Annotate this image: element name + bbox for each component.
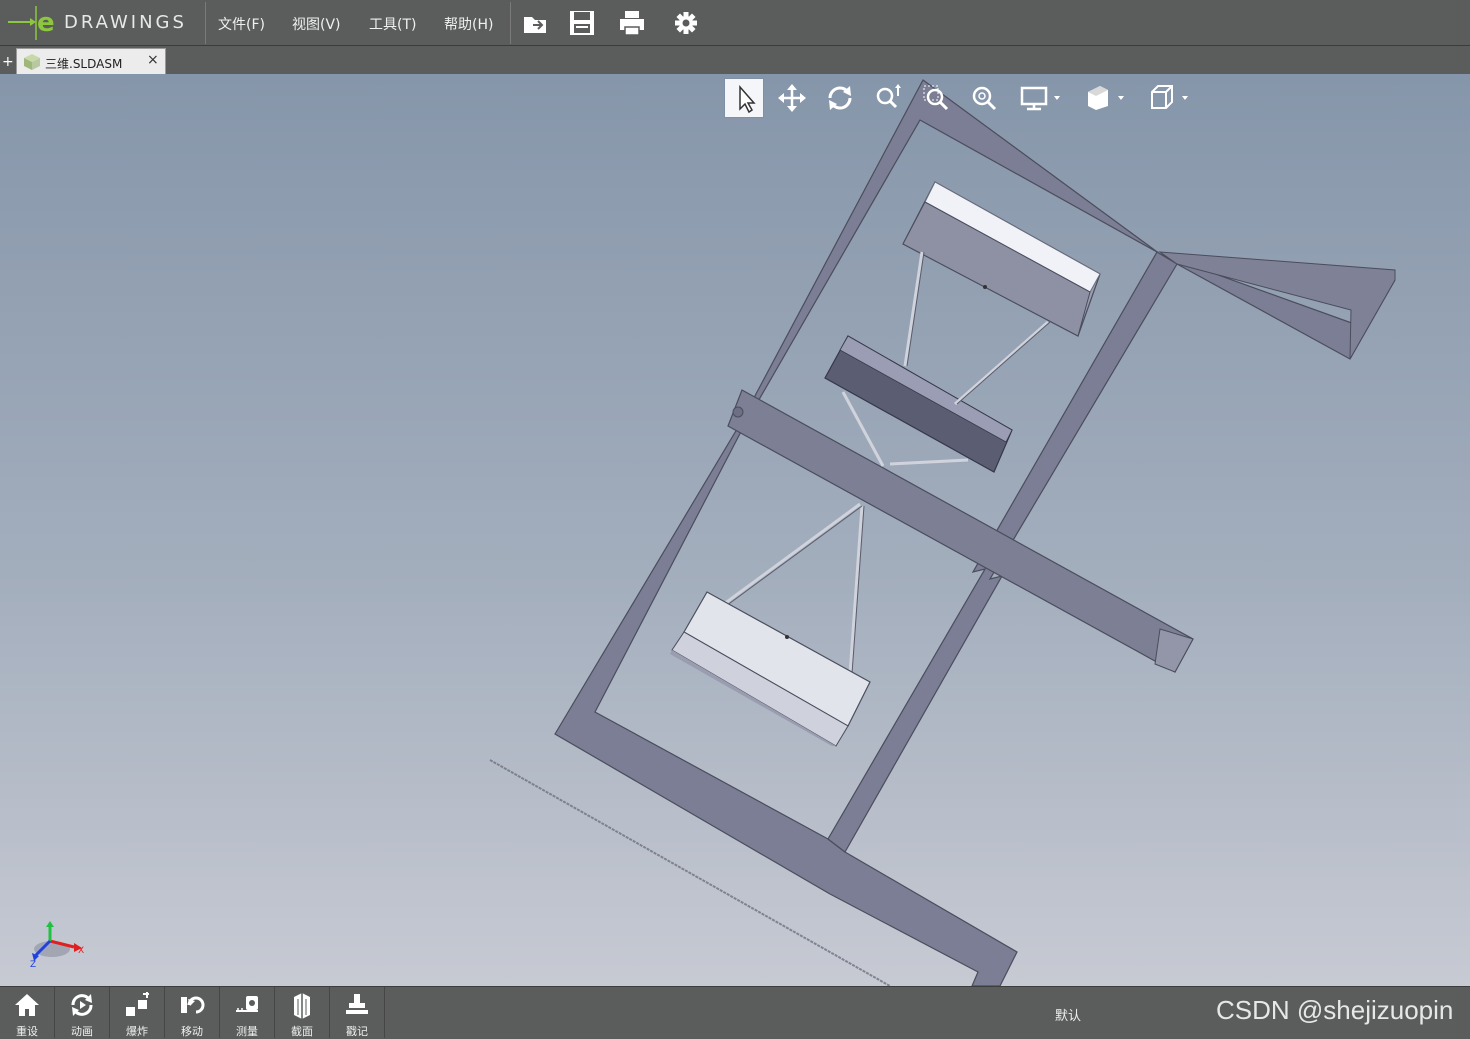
measure-button[interactable]: 测量: [220, 987, 275, 1038]
select-icon: [739, 85, 756, 114]
explode-icon: [126, 992, 149, 1016]
stamp-icon: [346, 994, 368, 1014]
menu-separator: [510, 2, 511, 44]
brand-name: DRAWINGS: [64, 12, 187, 33]
display-style-button[interactable]: [1014, 78, 1070, 118]
standard-views-icon: [1151, 85, 1188, 109]
new-tab-button[interactable]: +: [2, 54, 14, 70]
select-button[interactable]: [724, 78, 764, 118]
assembly-icon: [24, 54, 40, 70]
support-struts-outline: [725, 251, 1051, 675]
x-axis-label: X: [78, 946, 84, 956]
save-icon: [570, 11, 594, 35]
section-icon: [294, 993, 310, 1019]
menu-separator: [205, 2, 206, 44]
bottom-roller: [670, 591, 871, 747]
rotate-icon: [828, 86, 852, 110]
animate-button[interactable]: 动画: [55, 987, 110, 1038]
watermark: CSDN @shejizuopin: [1216, 995, 1454, 1025]
settings-icon: [675, 12, 697, 34]
assembly-model: [489, 79, 1396, 986]
home-icon: [15, 994, 39, 1016]
status-bar: 重设 动画 爆炸 移动 测量 截面 戳记 默认 CSDN @shejizuopi…: [0, 986, 1470, 1038]
zoom-to-area-button[interactable]: [916, 78, 956, 118]
open-icon: [524, 17, 546, 33]
pan-button[interactable]: [772, 78, 812, 118]
save-button[interactable]: [567, 8, 597, 38]
print-icon: [620, 11, 644, 36]
document-tab-bar: + 三维.SLDASM ×: [0, 46, 1470, 75]
shading-button[interactable]: [1078, 78, 1134, 118]
zoom-to-area-icon: [923, 85, 949, 111]
view-toolbar: [724, 78, 1204, 118]
zoom-to-fit-button[interactable]: [868, 78, 908, 118]
3d-viewport[interactable]: X Z: [0, 74, 1470, 986]
measure-icon: [236, 996, 258, 1012]
document-tab[interactable]: 三维.SLDASM ×: [16, 48, 166, 75]
configuration-label: 默认: [1055, 1009, 1082, 1024]
edrawings-logo: e DRAWINGS: [6, 2, 202, 42]
menu-help[interactable]: 帮助(H): [444, 14, 493, 34]
shading-icon: [1088, 86, 1124, 110]
z-axis-label: Z: [30, 960, 36, 970]
zoom-in-out-button[interactable]: [964, 78, 1004, 118]
top-roller: [902, 181, 1101, 337]
explode-button[interactable]: 爆炸: [110, 987, 165, 1038]
display-style-icon: [1020, 86, 1060, 111]
orientation-triad: X Z: [30, 921, 84, 970]
svg-text:e: e: [37, 8, 55, 38]
zoom-to-fit-icon: [876, 84, 901, 109]
stamp-button[interactable]: 戳记: [330, 987, 385, 1038]
settings-button[interactable]: [671, 8, 701, 38]
section-button[interactable]: 截面: [275, 987, 330, 1038]
standard-views-button[interactable]: [1142, 78, 1198, 118]
move-button[interactable]: 移动: [165, 987, 220, 1038]
edrawings-logo-mark: e: [8, 6, 55, 40]
support-struts: [723, 251, 1049, 675]
pan-icon: [778, 84, 806, 112]
print-button[interactable]: [617, 8, 647, 38]
move-icon: [181, 996, 205, 1014]
close-tab-button[interactable]: ×: [147, 52, 159, 68]
open-button[interactable]: [521, 8, 551, 38]
rotate-button[interactable]: [820, 78, 860, 118]
animate-icon: [71, 994, 93, 1016]
document-tab-label: 三维.SLDASM: [45, 57, 123, 71]
menu-bar: e DRAWINGS 文件(F) 视图(V) 工具(T) 帮助(H): [0, 0, 1470, 46]
zoom-in-out-icon: [972, 86, 997, 111]
menu-file[interactable]: 文件(F): [218, 14, 265, 34]
menu-view[interactable]: 视图(V): [292, 14, 341, 34]
reset-button[interactable]: 重设: [0, 987, 55, 1038]
menu-tools[interactable]: 工具(T): [369, 14, 416, 34]
